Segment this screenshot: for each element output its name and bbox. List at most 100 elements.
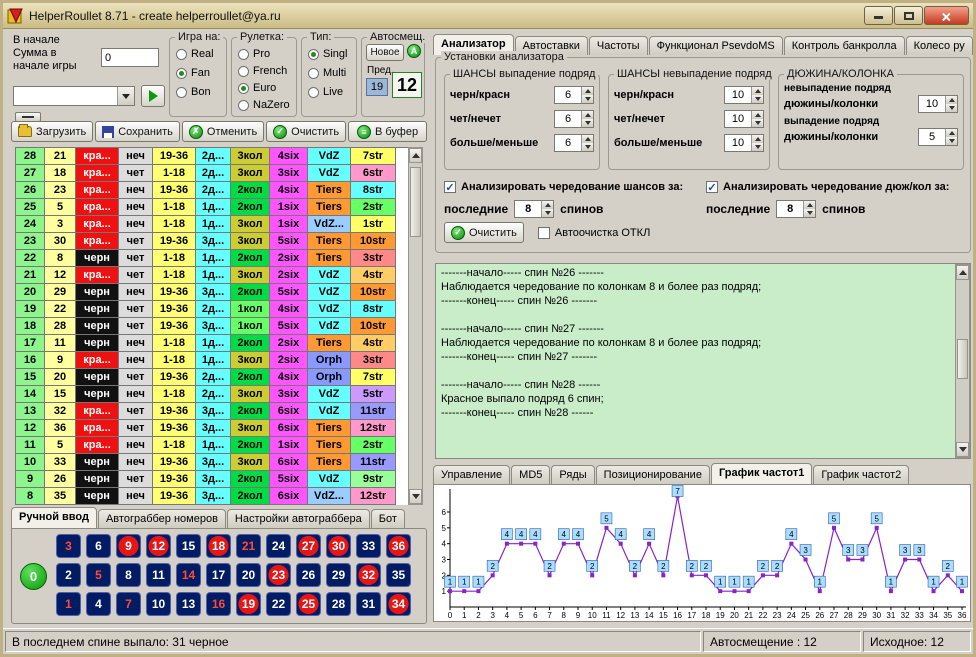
board-number-15[interactable]: 15 — [176, 534, 201, 558]
even-odd-hit-spinner[interactable]: 6 — [554, 110, 594, 128]
high-low-hit-spinner[interactable]: 6 — [554, 134, 594, 152]
tab-control[interactable]: Управление — [433, 465, 510, 484]
scroll-down-icon[interactable] — [956, 442, 969, 457]
board-number-26[interactable]: 26 — [296, 563, 321, 587]
table-row[interactable]: 2623кра...неч19-362д...2кол4sixTiers8str — [16, 182, 408, 199]
scroll-up-icon[interactable] — [956, 265, 969, 280]
board-number-0[interactable]: 0 — [20, 563, 47, 590]
table-row[interactable]: 228чернчет1-181д...2кол2sixTiers3str — [16, 250, 408, 267]
analyze-dozens-checkbox[interactable]: ✓ — [706, 181, 718, 193]
spinner-down-icon[interactable] — [752, 119, 763, 127]
spinner-down-icon[interactable] — [582, 119, 593, 127]
board-number-31[interactable]: 31 — [356, 592, 381, 616]
table-row[interactable]: 1922чернчет19-362д...1кол4sixVdZ8str — [16, 301, 408, 318]
board-number-12[interactable]: 12 — [146, 534, 171, 558]
buffer-button[interactable]: ≡В буфер — [348, 121, 427, 142]
board-number-24[interactable]: 24 — [266, 534, 291, 558]
maximize-button[interactable] — [894, 6, 923, 25]
spinner-up-icon[interactable] — [752, 87, 763, 95]
save-button[interactable]: Сохранить — [95, 121, 180, 142]
board-number-16[interactable]: 16 — [206, 592, 231, 616]
table-row[interactable]: 2029черннеч19-363д...2кол5sixVdZ10str — [16, 284, 408, 301]
spinner-down-icon[interactable] — [752, 143, 763, 151]
tab-bot[interactable]: Бот — [371, 509, 405, 528]
radio-pro[interactable]: Pro — [238, 46, 290, 62]
board-number-8[interactable]: 8 — [116, 563, 141, 587]
board-number-6[interactable]: 6 — [86, 534, 111, 558]
board-number-32[interactable]: 32 — [356, 563, 381, 587]
table-row[interactable]: 926чернчет19-363д...2кол5sixVdZ9str — [16, 471, 408, 488]
tab-freq-chart1[interactable]: График частот1 — [711, 463, 812, 484]
analyze-chances-checkbox[interactable]: ✓ — [444, 181, 456, 193]
board-number-34[interactable]: 34 — [386, 592, 411, 616]
board-number-35[interactable]: 35 — [386, 563, 411, 587]
radio-french[interactable]: French — [238, 63, 290, 79]
board-number-29[interactable]: 29 — [326, 563, 351, 587]
dozens-spins-spinner[interactable]: 8 — [776, 200, 816, 218]
table-row[interactable]: 835черннеч19-363д...2кол6sixVdZ...12str — [16, 488, 408, 505]
table-row[interactable]: 1236кра...чет19-363д...3кол6sixTiers12st… — [16, 420, 408, 437]
start-sum-input[interactable] — [101, 48, 159, 67]
scroll-thumb[interactable] — [410, 167, 421, 237]
scroll-down-icon[interactable] — [409, 489, 422, 504]
scroll-thumb[interactable] — [957, 339, 968, 379]
board-number-3[interactable]: 3 — [56, 534, 81, 558]
dozen-hit-spinner[interactable]: 5 — [918, 128, 958, 146]
board-number-36[interactable]: 36 — [386, 534, 411, 558]
board-number-17[interactable]: 17 — [206, 563, 231, 587]
table-row[interactable]: 2821кра...неч19-362д...3кол4sixVdZ7str — [16, 148, 408, 165]
radio-bon[interactable]: Bon — [176, 84, 214, 100]
black-red-miss-spinner[interactable]: 10 — [724, 86, 764, 104]
spinner-up-icon[interactable] — [752, 111, 763, 119]
board-number-7[interactable]: 7 — [116, 592, 141, 616]
analyzer-clear-button[interactable]: ✓Очистить — [444, 222, 524, 243]
board-number-13[interactable]: 13 — [176, 592, 201, 616]
spinner-up-icon[interactable] — [582, 87, 593, 95]
scroll-up-icon[interactable] — [409, 148, 422, 163]
tab-bankroll[interactable]: Контроль банкролла — [784, 36, 905, 55]
board-number-2[interactable]: 2 — [56, 563, 81, 587]
board-number-30[interactable]: 30 — [326, 534, 351, 558]
even-odd-miss-spinner[interactable]: 10 — [724, 110, 764, 128]
table-row[interactable]: 2330кра...чет19-363д...3кол5sixTiers10st… — [16, 233, 408, 250]
minimize-button[interactable] — [864, 6, 893, 25]
high-low-miss-spinner[interactable]: 10 — [724, 134, 764, 152]
spinner-up-icon[interactable] — [752, 135, 763, 143]
preset-combobox[interactable] — [13, 86, 135, 106]
radio-live[interactable]: Live — [308, 84, 347, 100]
spinner-down-icon[interactable] — [946, 104, 957, 112]
board-number-25[interactable]: 25 — [296, 592, 321, 616]
table-scrollbar[interactable] — [408, 147, 423, 505]
play-button[interactable] — [141, 85, 165, 107]
board-number-1[interactable]: 1 — [56, 592, 81, 616]
table-row[interactable]: 1415черннеч1-182д...3кол3sixVdZ5str — [16, 386, 408, 403]
board-number-9[interactable]: 9 — [116, 534, 141, 558]
tab-number-grabber[interactable]: Автограббер номеров — [98, 509, 226, 528]
tab-positioning[interactable]: Позиционирование — [596, 465, 710, 484]
board-number-10[interactable]: 10 — [146, 592, 171, 616]
spinner-down-icon[interactable] — [582, 95, 593, 103]
spinner-up-icon[interactable] — [946, 96, 957, 104]
table-row[interactable]: 1828чернчет19-363д...1кол5sixVdZ10str — [16, 318, 408, 335]
table-row[interactable]: 115кра...неч1-181д...2кол1sixTiers2str — [16, 437, 408, 454]
radio-singl[interactable]: Singl — [308, 46, 347, 62]
tab-psevdoms[interactable]: Функционал PsevdoMS — [649, 36, 783, 55]
board-number-28[interactable]: 28 — [326, 592, 351, 616]
table-row[interactable]: 1033черннеч19-363д...3кол6sixTiers11str — [16, 454, 408, 471]
board-number-18[interactable]: 18 — [206, 534, 231, 558]
spinner-up-icon[interactable] — [542, 201, 553, 209]
table-row[interactable]: 2718кра...чет1-182д...3кол3sixVdZ6str — [16, 165, 408, 182]
board-number-14[interactable]: 14 — [176, 563, 201, 587]
table-row[interactable]: 243кра...неч1-181д...3кол1sixVdZ...1str — [16, 216, 408, 233]
tab-manual-input[interactable]: Ручной ввод — [11, 507, 97, 528]
radio-real[interactable]: Real — [176, 46, 214, 62]
new-button[interactable]: Новое — [366, 44, 404, 61]
board-number-22[interactable]: 22 — [266, 592, 291, 616]
board-number-11[interactable]: 11 — [146, 563, 171, 587]
auto-orb-icon[interactable]: A — [407, 44, 421, 58]
spinner-up-icon[interactable] — [946, 129, 957, 137]
board-number-20[interactable]: 20 — [236, 563, 261, 587]
radio-fan[interactable]: Fan — [176, 65, 214, 81]
combobox-dropdown-icon[interactable] — [117, 87, 134, 105]
spinner-up-icon[interactable] — [582, 111, 593, 119]
